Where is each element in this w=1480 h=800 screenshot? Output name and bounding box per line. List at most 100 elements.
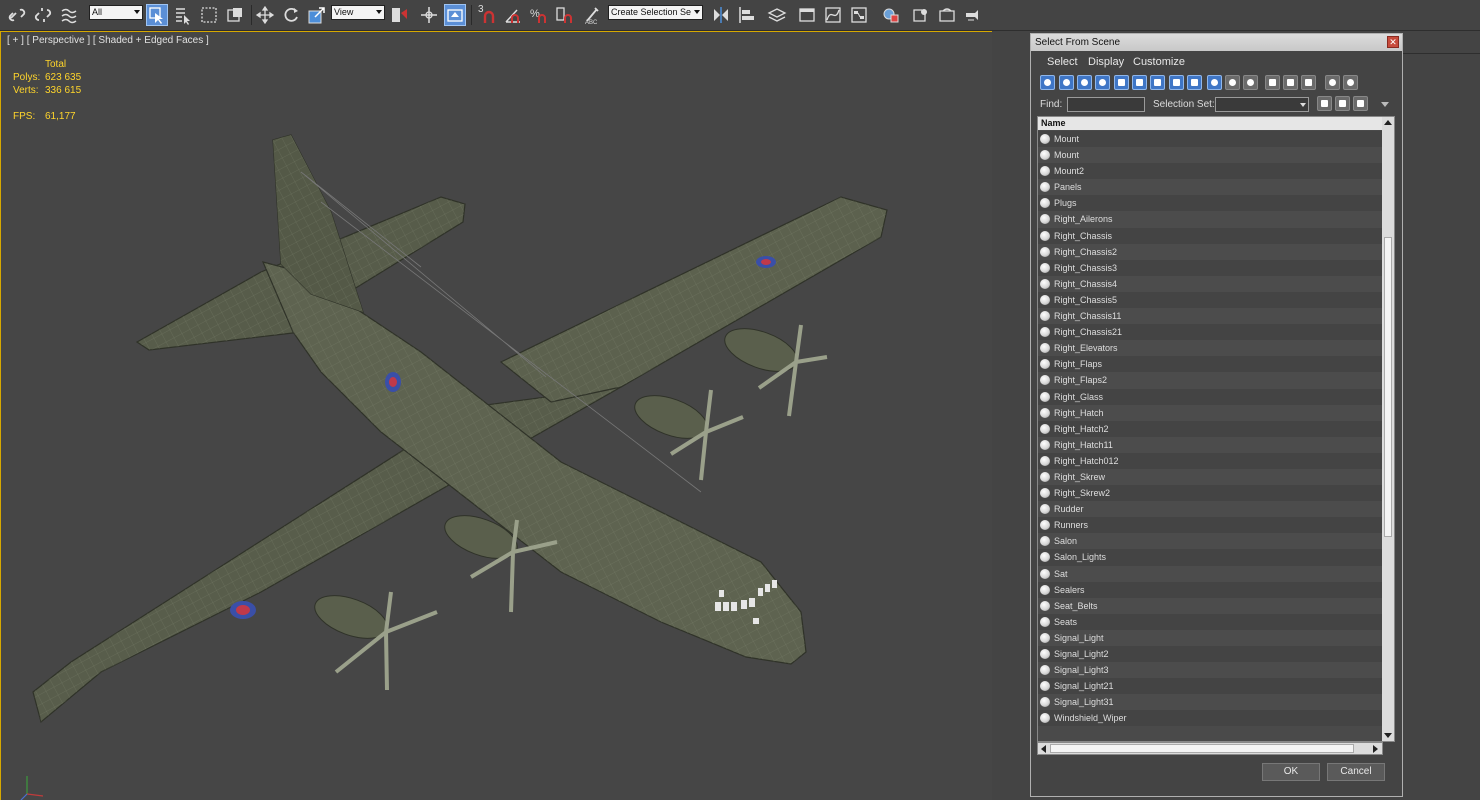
scroll-right-icon[interactable]: [1373, 745, 1378, 753]
list-item[interactable]: Right_Chassis5: [1038, 291, 1383, 309]
display-spacewarps-icon[interactable]: [1132, 75, 1147, 90]
align-icon[interactable]: [736, 4, 758, 26]
curve-editor-icon[interactable]: [822, 4, 844, 26]
list-item[interactable]: Mount: [1038, 131, 1383, 148]
unlink-icon[interactable]: [32, 4, 54, 26]
list-item[interactable]: Signal_Light31: [1038, 694, 1383, 711]
select-all-icon[interactable]: [1265, 75, 1280, 90]
graphite-icon[interactable]: [796, 4, 818, 26]
keyboard-shortcut-icon[interactable]: [444, 4, 466, 26]
list-item[interactable]: Seats: [1038, 613, 1383, 630]
list-item[interactable]: Rudder: [1038, 501, 1383, 518]
scroll-up-icon[interactable]: [1384, 120, 1392, 125]
rect-region-icon[interactable]: [198, 4, 220, 26]
vertical-scrollbar[interactable]: [1382, 117, 1394, 741]
list-item[interactable]: Right_Hatch012: [1038, 452, 1383, 469]
display-geometry-icon[interactable]: [1040, 75, 1055, 90]
ref-coord-dropdown[interactable]: View: [331, 5, 385, 20]
perspective-viewport[interactable]: [ + ] [ Perspective ] [ Shaded + Edged F…: [0, 31, 992, 800]
list-item[interactable]: Right_Hatch: [1038, 404, 1383, 421]
list-item[interactable]: Right_Flaps: [1038, 356, 1383, 373]
list-item[interactable]: Signal_Light21: [1038, 678, 1383, 695]
window-crossing-icon[interactable]: [224, 4, 246, 26]
list-item[interactable]: Right_Hatch11: [1038, 436, 1383, 453]
display-hidden-icon[interactable]: [1243, 75, 1258, 90]
list-item[interactable]: Right_Chassis2: [1038, 243, 1383, 260]
list-item[interactable]: Sealers: [1038, 581, 1383, 598]
aircraft-model[interactable]: [1, 32, 992, 800]
column-header-name[interactable]: Name: [1038, 117, 1383, 130]
named-selection-dropdown[interactable]: Create Selection Se: [608, 5, 703, 20]
list-item[interactable]: Mount: [1038, 147, 1383, 164]
link-icon[interactable]: [6, 4, 28, 26]
move-icon[interactable]: [254, 4, 276, 26]
display-frozen-icon[interactable]: [1225, 75, 1240, 90]
display-groups-icon[interactable]: [1150, 75, 1165, 90]
display-cameras-icon[interactable]: [1095, 75, 1110, 90]
list-item[interactable]: Panels: [1038, 179, 1383, 196]
selection-set-dropdown[interactable]: [1215, 97, 1309, 112]
pivot-icon[interactable]: [388, 4, 410, 26]
select-none-icon[interactable]: [1283, 75, 1298, 90]
list-item[interactable]: Right_Chassis: [1038, 227, 1383, 244]
angle-snap-icon[interactable]: [502, 4, 524, 26]
display-bones-icon[interactable]: [1187, 75, 1202, 90]
horizontal-scrollbar[interactable]: [1037, 742, 1383, 755]
vertical-scroll-thumb[interactable]: [1384, 237, 1392, 537]
list-item[interactable]: Right_Elevators: [1038, 340, 1383, 357]
list-item[interactable]: Mount2: [1038, 163, 1383, 180]
bind-spacewarp-icon[interactable]: [58, 4, 80, 26]
display-containers-icon[interactable]: [1207, 75, 1222, 90]
mirror-icon[interactable]: [710, 4, 732, 26]
select-invert-icon[interactable]: [1301, 75, 1316, 90]
snap-toggle-icon[interactable]: 3: [476, 4, 498, 26]
schematic-icon[interactable]: [848, 4, 870, 26]
display-shapes-icon[interactable]: [1059, 75, 1074, 90]
list-item[interactable]: Right_Flaps2: [1038, 372, 1383, 389]
close-icon[interactable]: ✕: [1387, 36, 1399, 48]
list-item[interactable]: Right_Chassis11: [1038, 308, 1383, 325]
edit-named-sets-icon[interactable]: ABC: [582, 4, 604, 26]
select-by-name-icon[interactable]: [172, 4, 194, 26]
material-editor-icon[interactable]: [880, 4, 902, 26]
list-item[interactable]: Right_Hatch2: [1038, 420, 1383, 437]
filter-options-icon[interactable]: [1343, 75, 1358, 90]
list-item[interactable]: Runners: [1038, 517, 1383, 534]
menu-customize[interactable]: Customize: [1133, 56, 1185, 68]
dialog-title[interactable]: Select From Scene ✕: [1031, 34, 1402, 51]
list-item[interactable]: Right_Chassis4: [1038, 275, 1383, 292]
collapse-arrow-icon[interactable]: [1381, 102, 1389, 107]
list-item[interactable]: Signal_Light3: [1038, 662, 1383, 679]
horizontal-scroll-thumb[interactable]: [1050, 744, 1354, 753]
select-manipulate-icon[interactable]: [418, 4, 440, 26]
list-item[interactable]: Salon: [1038, 533, 1383, 550]
render-setup-icon[interactable]: [910, 4, 932, 26]
percent-snap-icon[interactable]: %: [528, 4, 550, 26]
find-input[interactable]: [1067, 97, 1145, 112]
menu-display[interactable]: Display: [1088, 56, 1124, 68]
list-item[interactable]: Seat_Belts: [1038, 597, 1383, 614]
selection-filter-dropdown[interactable]: All: [89, 5, 143, 20]
cancel-button[interactable]: Cancel: [1327, 763, 1385, 781]
render-icon[interactable]: [962, 4, 984, 26]
list-item[interactable]: Right_Skrew2: [1038, 485, 1383, 502]
remove-from-set-icon[interactable]: [1353, 96, 1368, 111]
select-object-icon[interactable]: [146, 4, 168, 26]
display-helpers-icon[interactable]: [1114, 75, 1129, 90]
list-item[interactable]: Salon_Lights: [1038, 549, 1383, 566]
display-xrefs-icon[interactable]: [1169, 75, 1184, 90]
rotate-icon[interactable]: [280, 4, 302, 26]
list-item[interactable]: Plugs: [1038, 195, 1383, 212]
scene-object-list[interactable]: Name Mount Mount Mount2 Panels Plugs Right_Ai…: [1037, 116, 1395, 742]
add-to-set-icon[interactable]: [1335, 96, 1350, 111]
list-item[interactable]: Right_Ailerons: [1038, 211, 1383, 228]
scroll-left-icon[interactable]: [1041, 745, 1046, 753]
ok-button[interactable]: OK: [1262, 763, 1320, 781]
scale-icon[interactable]: [306, 4, 328, 26]
scroll-down-icon[interactable]: [1384, 733, 1392, 738]
layer-icon[interactable]: [766, 4, 788, 26]
spinner-snap-icon[interactable]: [554, 4, 576, 26]
menu-select[interactable]: Select: [1047, 56, 1078, 68]
filter-icon[interactable]: [1325, 75, 1340, 90]
rendered-frame-icon[interactable]: [936, 4, 958, 26]
